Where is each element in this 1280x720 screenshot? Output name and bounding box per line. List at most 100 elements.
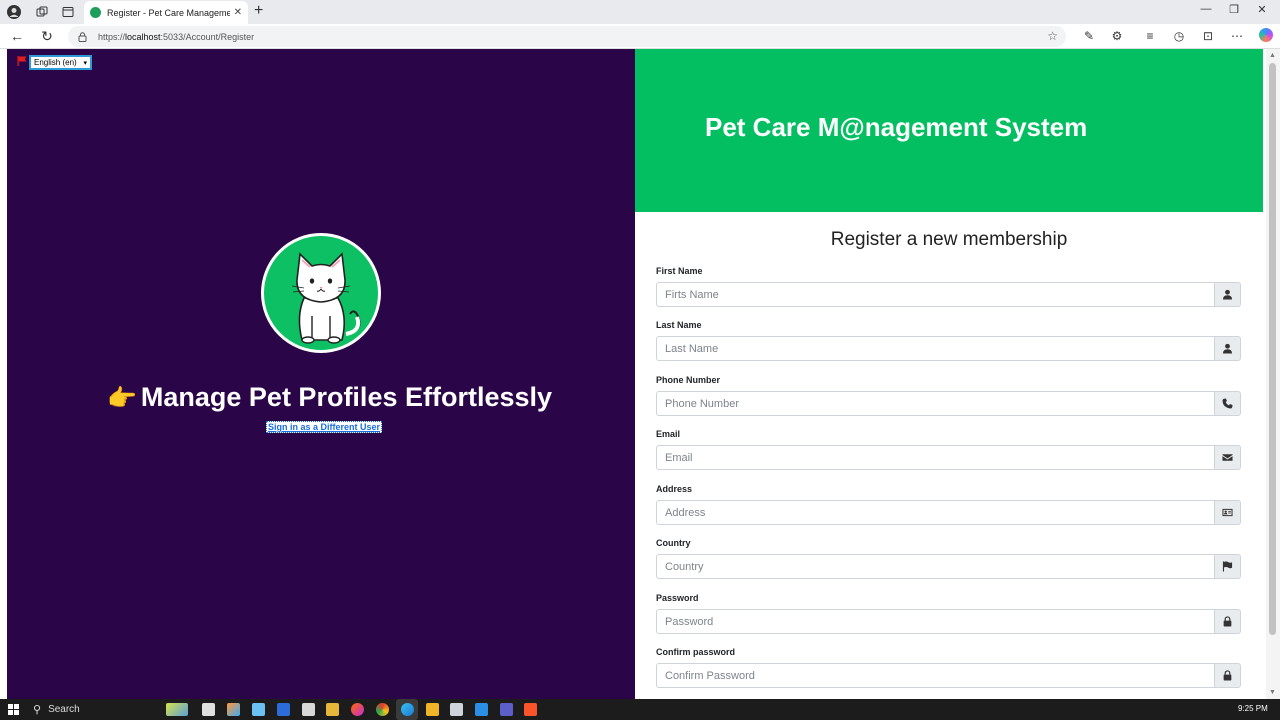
taskbar-search-label: Search bbox=[48, 704, 80, 715]
taskbar-search[interactable]: ⚲ Search bbox=[28, 701, 168, 718]
tab-title: Register - Pet Care Management bbox=[107, 7, 230, 18]
firefox-icon[interactable] bbox=[351, 703, 364, 716]
page-viewport: English (en) ▾ 👉 Manage Pet Profiles Eff… bbox=[0, 49, 1280, 699]
back-arrow-icon[interactable]: ← bbox=[8, 28, 26, 44]
page-scrollbar[interactable]: ▲ ▼ bbox=[1266, 49, 1280, 699]
refresh-icon[interactable]: ↻ bbox=[38, 28, 56, 45]
profile-avatar-icon[interactable] bbox=[6, 4, 22, 20]
workspaces-icon[interactable] bbox=[34, 4, 50, 20]
restore-icon[interactable]: ❐ bbox=[1226, 3, 1242, 16]
system-clock[interactable]: 9:25 PM bbox=[1238, 704, 1268, 713]
edge-icon[interactable] bbox=[401, 703, 414, 716]
password-input[interactable] bbox=[656, 609, 1214, 634]
widgets-icon[interactable] bbox=[166, 703, 188, 716]
last-name-group: Last Name bbox=[656, 320, 1241, 361]
url-path: :5033/Account/Register bbox=[160, 31, 255, 42]
zoom-icon[interactable] bbox=[252, 703, 265, 716]
left-hero-panel: English (en) ▾ 👉 Manage Pet Profiles Eff… bbox=[7, 49, 635, 699]
hero-headline: 👉 Manage Pet Profiles Effortlessly bbox=[107, 382, 552, 413]
password-label: Password bbox=[656, 593, 699, 603]
minimize-icon[interactable]: — bbox=[1198, 3, 1214, 15]
first-name-input[interactable] bbox=[656, 282, 1214, 307]
notes-icon[interactable] bbox=[326, 703, 339, 716]
vscode-icon[interactable] bbox=[475, 703, 488, 716]
country-group: Country bbox=[656, 538, 1241, 579]
form-title: Register a new membership bbox=[635, 229, 1263, 251]
lock-icon bbox=[1214, 663, 1241, 688]
pointing-hand-icon: 👉 bbox=[107, 385, 137, 412]
search-icon: ⚲ bbox=[33, 704, 42, 716]
country-input[interactable] bbox=[656, 554, 1214, 579]
favorites-icon[interactable]: ≡ bbox=[1142, 29, 1158, 43]
language-selected-value: English (en) bbox=[34, 58, 77, 67]
chevron-down-icon: ▾ bbox=[83, 59, 87, 67]
lock-icon[interactable] bbox=[78, 31, 88, 42]
site-favicon-icon bbox=[90, 7, 101, 18]
file-explorer-icon[interactable] bbox=[302, 703, 315, 716]
more-options-icon[interactable]: ⋯ bbox=[1229, 29, 1245, 43]
browser-tab-register[interactable]: Register - Pet Care Management ✕ bbox=[84, 1, 248, 24]
tab-actions-icon[interactable] bbox=[60, 4, 76, 20]
address-label: Address bbox=[656, 484, 693, 494]
scrollbar-thumb[interactable] bbox=[1269, 63, 1276, 635]
confirm-password-label: Confirm password bbox=[656, 647, 736, 657]
phone-number-label: Phone Number bbox=[656, 375, 721, 385]
brave-icon[interactable] bbox=[524, 703, 537, 716]
address-group: Address bbox=[656, 484, 1241, 525]
white-cat-illustration-icon bbox=[291, 252, 361, 344]
new-tab-button[interactable]: + bbox=[254, 2, 263, 20]
task-view-icon[interactable] bbox=[202, 703, 215, 716]
flag-icon bbox=[1214, 554, 1241, 579]
extensions-icon[interactable]: ⚙ bbox=[1109, 29, 1125, 43]
first-name-label: First Name bbox=[656, 266, 703, 276]
header-banner: Pet Care M@nagement System bbox=[635, 49, 1263, 212]
phone-number-input[interactable] bbox=[656, 391, 1214, 416]
windows-taskbar: ⚲ Search 9:25 PM bbox=[0, 699, 1280, 720]
phone-icon bbox=[1214, 391, 1241, 416]
address-card-icon bbox=[1214, 500, 1241, 525]
favorite-star-icon[interactable]: ☆ bbox=[1047, 29, 1058, 43]
teams-icon[interactable] bbox=[500, 703, 513, 716]
last-name-label: Last Name bbox=[656, 320, 702, 330]
browser-address-bar: ← ↻ https://localhost:5033/Account/Regis… bbox=[0, 24, 1280, 49]
country-label: Country bbox=[656, 538, 691, 548]
last-name-input[interactable] bbox=[656, 336, 1214, 361]
scroll-up-arrow-icon[interactable]: ▲ bbox=[1269, 52, 1276, 59]
first-name-group: First Name bbox=[656, 266, 1241, 307]
confirm-password-group: Confirm password bbox=[656, 647, 1241, 688]
lock-icon bbox=[1214, 609, 1241, 634]
email-label: Email bbox=[656, 429, 681, 439]
windows-start-icon[interactable] bbox=[8, 704, 19, 715]
hero-headline-text: Manage Pet Profiles Effortlessly bbox=[140, 382, 553, 412]
copilot-taskbar-icon[interactable] bbox=[227, 703, 240, 716]
copilot-icon[interactable] bbox=[1259, 28, 1273, 42]
user-icon bbox=[1214, 336, 1241, 361]
chrome-icon[interactable] bbox=[376, 703, 389, 716]
terminal-icon[interactable] bbox=[277, 703, 290, 716]
envelope-icon bbox=[1214, 445, 1241, 470]
pen-icon[interactable]: ✎ bbox=[1081, 29, 1097, 43]
cat-logo-image bbox=[261, 233, 381, 353]
mail-icon[interactable] bbox=[450, 703, 463, 716]
close-tab-icon[interactable]: ✕ bbox=[234, 7, 242, 18]
app-title: Pet Care M@nagement System bbox=[705, 112, 1088, 142]
sign-in-different-user-link[interactable]: Sign in as a Different User bbox=[266, 421, 383, 433]
scroll-down-arrow-icon[interactable]: ▼ bbox=[1269, 689, 1276, 696]
confirm-password-input[interactable] bbox=[656, 663, 1214, 688]
email-input[interactable] bbox=[656, 445, 1214, 470]
registration-panel: Pet Care M@nagement System Register a ne… bbox=[635, 49, 1263, 699]
address-input[interactable] bbox=[656, 500, 1214, 525]
language-select[interactable]: English (en) ▾ bbox=[29, 55, 92, 70]
close-window-icon[interactable]: ✕ bbox=[1254, 3, 1270, 16]
email-group: Email bbox=[656, 429, 1241, 470]
url-field[interactable]: https://localhost:5033/Account/Register … bbox=[68, 26, 1066, 47]
password-group: Password bbox=[656, 593, 1241, 634]
user-icon bbox=[1214, 282, 1241, 307]
phone-number-group: Phone Number bbox=[656, 375, 1241, 416]
browser-tab-bar: Register - Pet Care Management ✕ + — ❐ ✕ bbox=[0, 0, 1280, 24]
folder-icon[interactable] bbox=[426, 703, 439, 716]
screenshot-icon[interactable]: ⊡ bbox=[1200, 29, 1216, 43]
history-icon[interactable]: ◷ bbox=[1171, 29, 1187, 43]
url-prefix: https:// bbox=[98, 31, 126, 42]
red-flag-icon bbox=[17, 56, 27, 66]
